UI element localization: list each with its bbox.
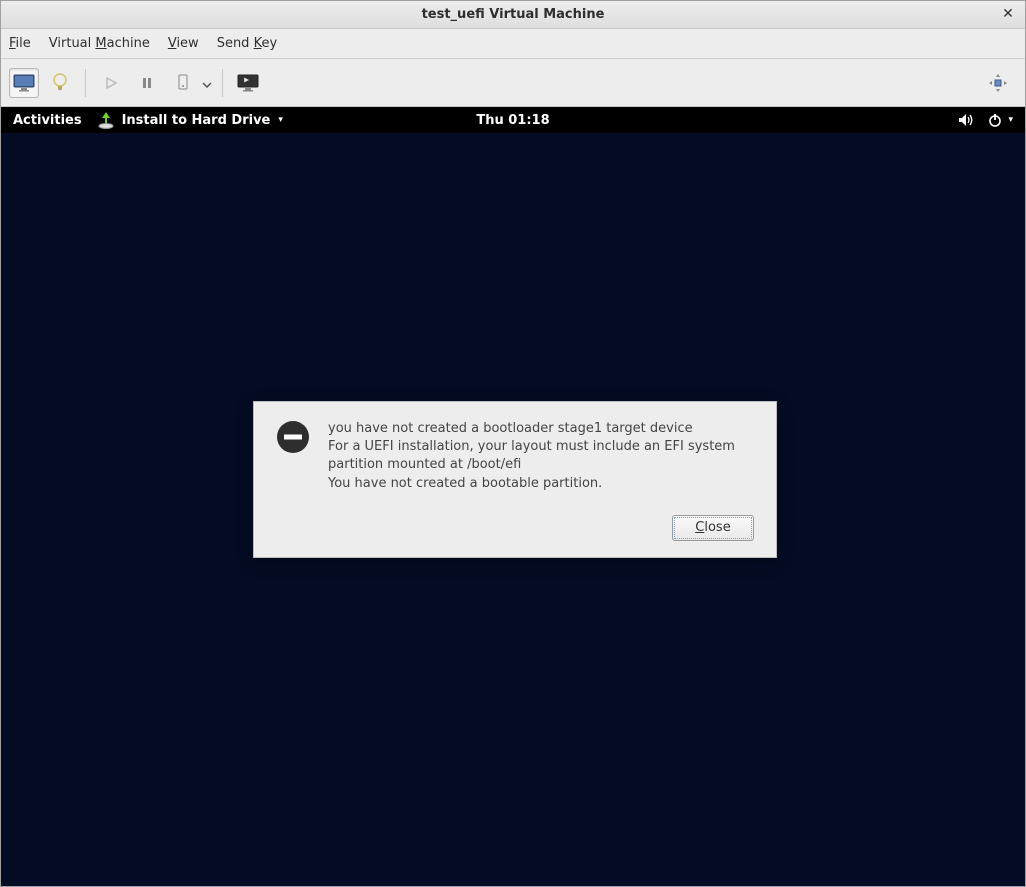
gnome-top-left: Activities Install to Hard Drive ▾ bbox=[1, 110, 283, 130]
details-view-button[interactable] bbox=[45, 68, 75, 98]
menu-file[interactable]: File bbox=[9, 36, 31, 51]
dialog-line-1: you have not created a bootloader stage1… bbox=[328, 420, 754, 438]
dialog-text: you have not created a bootloader stage1… bbox=[328, 420, 754, 493]
dialog-body: you have not created a bootloader stage1… bbox=[276, 420, 754, 493]
monitor-icon bbox=[13, 74, 35, 92]
close-button[interactable]: Close bbox=[672, 515, 754, 541]
clock[interactable]: Thu 01:18 bbox=[476, 113, 549, 128]
error-icon bbox=[276, 420, 310, 454]
close-icon: ✕ bbox=[1002, 6, 1014, 22]
toolbar-separator-2 bbox=[222, 69, 223, 97]
run-button[interactable] bbox=[96, 68, 126, 98]
vm-window: test_uefi Virtual Machine ✕ File Virtual… bbox=[0, 0, 1026, 887]
activities-button[interactable]: Activities bbox=[13, 113, 82, 128]
pause-button[interactable] bbox=[132, 68, 162, 98]
window-close-button[interactable]: ✕ bbox=[999, 5, 1017, 23]
menu-file-label: ile bbox=[16, 36, 31, 51]
install-icon bbox=[96, 110, 116, 130]
toolbar bbox=[1, 59, 1025, 107]
expand-icon bbox=[988, 73, 1008, 93]
chevron-down-icon: ▾ bbox=[278, 115, 283, 125]
volume-icon[interactable] bbox=[958, 113, 974, 127]
toolbar-separator bbox=[85, 69, 86, 97]
guest-display[interactable]: Activities Install to Hard Drive ▾ Thu 0… bbox=[1, 107, 1025, 886]
fullscreen-monitor-icon bbox=[237, 74, 259, 92]
power-menu[interactable]: ▾ bbox=[988, 113, 1013, 127]
send-key-button[interactable] bbox=[983, 68, 1013, 98]
gnome-top-bar: Activities Install to Hard Drive ▾ Thu 0… bbox=[1, 107, 1025, 133]
app-menu[interactable]: Install to Hard Drive ▾ bbox=[96, 110, 283, 130]
menu-virtual-machine[interactable]: Virtual Machine bbox=[49, 36, 150, 51]
chevron-down-icon bbox=[202, 73, 212, 92]
lightbulb-icon bbox=[52, 73, 68, 93]
error-dialog: you have not created a bootloader stage1… bbox=[253, 401, 777, 558]
shutdown-button[interactable] bbox=[168, 68, 198, 98]
menubar: File Virtual Machine View Send Key bbox=[1, 29, 1025, 59]
dialog-line-3: You have not created a bootable partitio… bbox=[328, 475, 754, 493]
chevron-down-icon: ▾ bbox=[1008, 115, 1013, 125]
app-menu-label: Install to Hard Drive bbox=[122, 113, 271, 128]
dialog-actions: Close bbox=[276, 515, 754, 541]
gnome-top-right: ▾ bbox=[958, 113, 1013, 127]
toolbar-right bbox=[983, 59, 1013, 106]
power-icon bbox=[988, 113, 1002, 127]
fullscreen-button[interactable] bbox=[233, 68, 263, 98]
console-view-button[interactable] bbox=[9, 68, 39, 98]
play-icon bbox=[104, 76, 118, 90]
pause-icon bbox=[140, 76, 154, 90]
power-device-icon bbox=[176, 74, 190, 92]
window-title: test_uefi Virtual Machine bbox=[422, 7, 605, 22]
shutdown-menu-button[interactable] bbox=[168, 68, 212, 98]
menu-view[interactable]: View bbox=[168, 36, 199, 51]
dialog-line-2: For a UEFI installation, your layout mus… bbox=[328, 438, 754, 474]
menu-send-key[interactable]: Send Key bbox=[217, 36, 277, 51]
titlebar: test_uefi Virtual Machine ✕ bbox=[1, 1, 1025, 29]
